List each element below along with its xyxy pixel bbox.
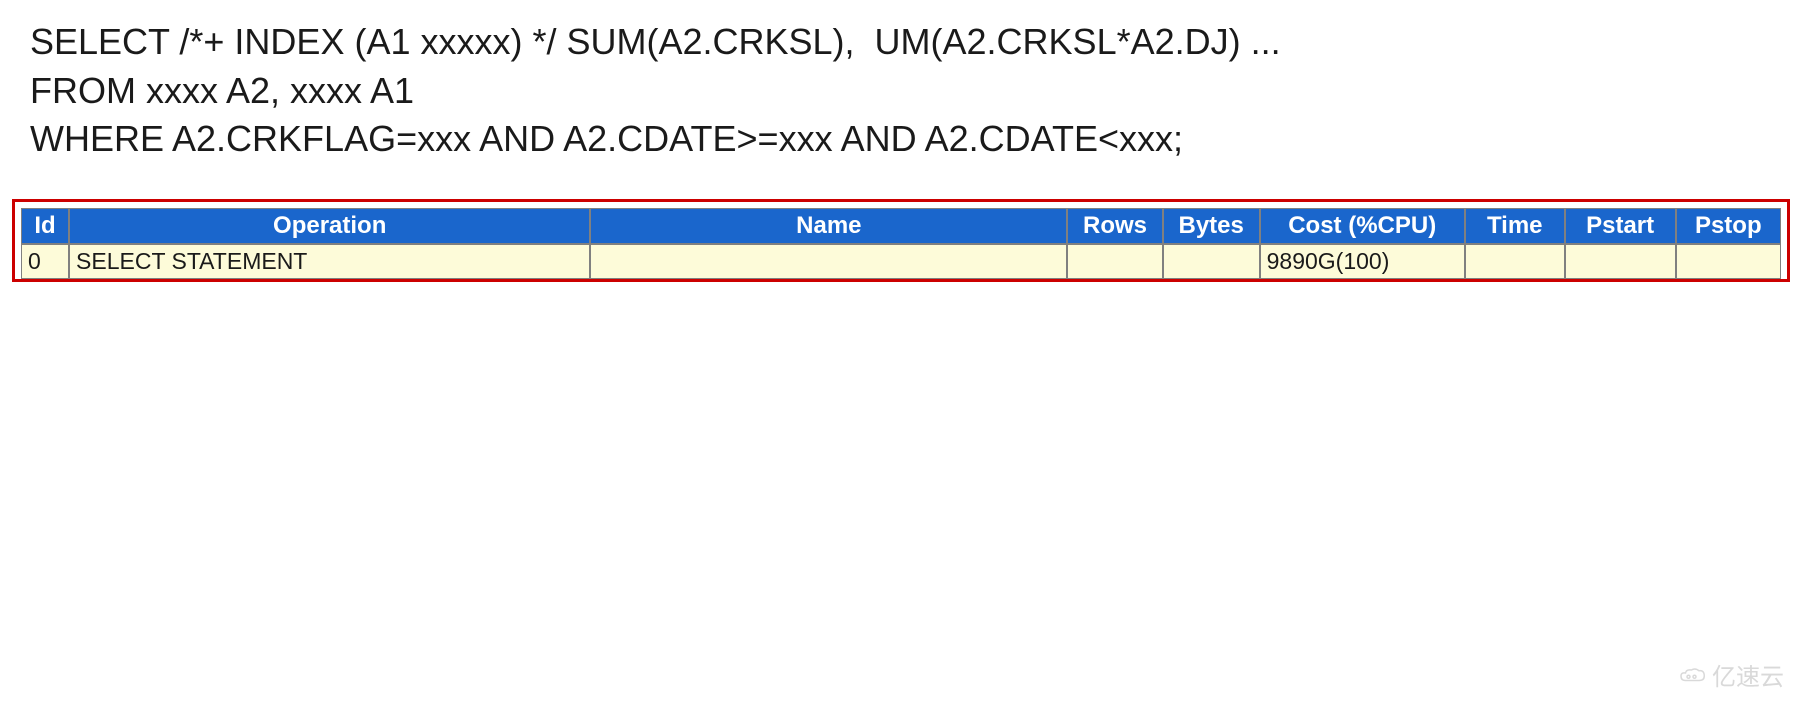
table-row: 0 SELECT STATEMENT 9890G(100) — [21, 244, 1781, 279]
header-name: Name — [590, 208, 1067, 244]
cell-rows — [1067, 244, 1162, 279]
sql-query-block: SELECT /*+ INDEX (A1 xxxxx) */ SUM(A2.CR… — [0, 0, 1802, 194]
table-header-row: Id Operation Name Rows Bytes Cost (%CPU)… — [21, 208, 1781, 244]
cell-cost: 9890G(100) — [1260, 244, 1465, 279]
cell-bytes — [1163, 244, 1260, 279]
sql-line-1: SELECT /*+ INDEX (A1 xxxxx) */ SUM(A2.CR… — [30, 18, 1772, 67]
cell-pstart — [1565, 244, 1676, 279]
cell-id: 0 — [21, 244, 69, 279]
cell-operation: SELECT STATEMENT — [69, 244, 590, 279]
cell-pstop — [1676, 244, 1781, 279]
header-pstart: Pstart — [1565, 208, 1676, 244]
header-rows: Rows — [1067, 208, 1162, 244]
execution-plan-container: Id Operation Name Rows Bytes Cost (%CPU)… — [12, 199, 1790, 282]
header-time: Time — [1465, 208, 1565, 244]
header-pstop: Pstop — [1676, 208, 1781, 244]
header-operation: Operation — [69, 208, 590, 244]
execution-plan-table: Id Operation Name Rows Bytes Cost (%CPU)… — [21, 208, 1781, 279]
header-cost: Cost (%CPU) — [1260, 208, 1465, 244]
watermark: 亿速云 — [1678, 657, 1784, 692]
cell-name — [590, 244, 1067, 279]
sql-line-2: FROM xxxx A2, xxxx A1 — [30, 67, 1772, 116]
cloud-icon — [1678, 665, 1708, 685]
header-bytes: Bytes — [1163, 208, 1260, 244]
watermark-text: 亿速云 — [1712, 657, 1784, 692]
header-id: Id — [21, 208, 69, 244]
cell-time — [1465, 244, 1565, 279]
sql-line-3: WHERE A2.CRKFLAG=xxx AND A2.CDATE>=xxx A… — [30, 115, 1772, 164]
